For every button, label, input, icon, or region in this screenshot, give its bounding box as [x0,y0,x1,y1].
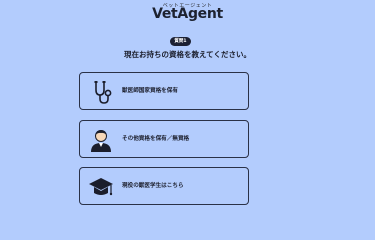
question-text: 現在お持ちの資格を教えてください。 [124,50,251,59]
option-vet-student[interactable]: 現役の獣医学生はこちら [79,167,249,205]
option-label: 現役の獣医学生はこちら [122,183,184,189]
header: ベットエージェント VetAgent [0,0,375,26]
option-licensed-veterinarian[interactable]: 獣医師国家資格を保有 [79,72,249,110]
option-label: その他資格を保有／無資格 [122,136,190,142]
option-other-qualification[interactable]: その他資格を保有／無資格 [79,120,249,158]
question-number-badge: 質問1 [170,37,191,46]
graduation-cap-icon [88,174,114,200]
person-icon [88,127,114,153]
brand-logo[interactable]: VetAgent [0,6,375,22]
option-label: 獣医師国家資格を保有 [122,88,178,94]
stethoscope-icon [88,79,114,105]
